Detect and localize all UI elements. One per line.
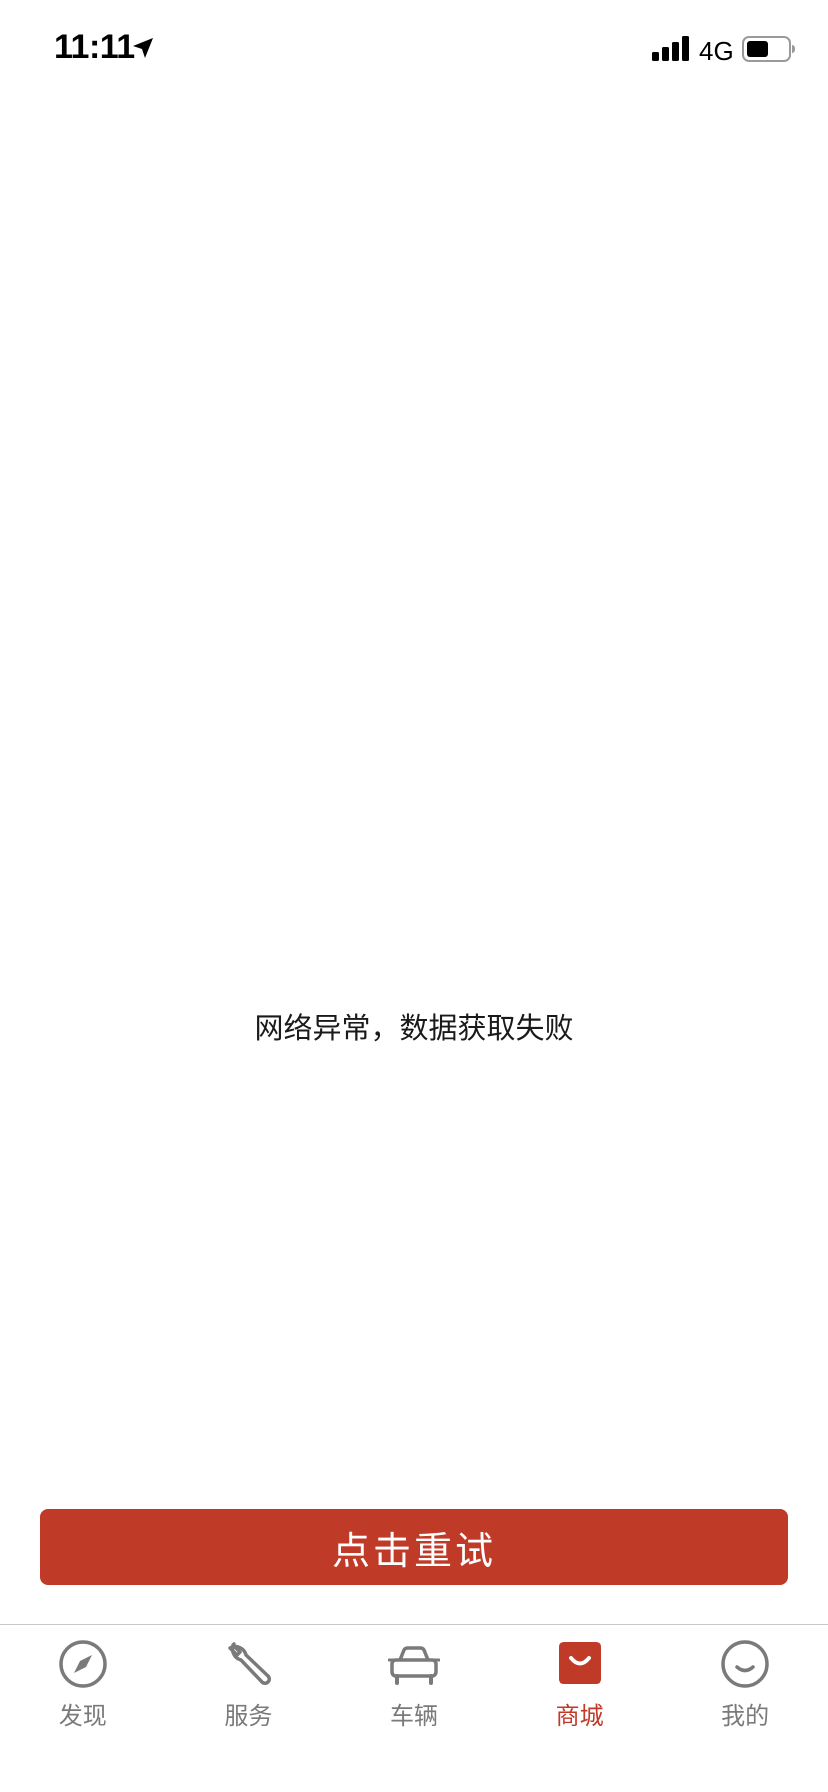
car-icon: [387, 1646, 440, 1685]
tab-label: 服务: [224, 1702, 273, 1730]
network-type-label: 4G: [699, 36, 734, 66]
battery-icon: [742, 36, 795, 62]
bottom-tab-bar: 发现 服务 车辆 商城 我的: [0, 1624, 828, 1792]
tab-label: 发现: [58, 1702, 107, 1730]
tab-label: 车辆: [389, 1702, 438, 1730]
tab-discover[interactable]: 发现: [0, 1625, 166, 1792]
location-arrow-icon: [133, 38, 153, 58]
tab-mine[interactable]: 我的: [662, 1625, 828, 1792]
tab-mall[interactable]: 商城: [497, 1625, 663, 1792]
cellular-signal-icon: [652, 36, 689, 61]
shopping-bag-icon: [558, 1642, 601, 1684]
app-screen: 11:11 4G 网络异常，数据获取失败 点击重试 发现 服务 车辆 商城 我的: [0, 0, 828, 1792]
tab-label: 商城: [555, 1702, 604, 1730]
retry-button[interactable]: 点击重试: [40, 1509, 788, 1585]
tab-vehicle[interactable]: 车辆: [331, 1625, 497, 1792]
tab-label: 我的: [721, 1702, 770, 1730]
status-bar: 11:11 4G: [0, 0, 828, 100]
error-message: 网络异常，数据获取失败: [254, 1011, 574, 1045]
compass-icon: [59, 1640, 107, 1688]
tab-service[interactable]: 服务: [166, 1625, 332, 1792]
wrench-icon: [228, 1642, 272, 1685]
smiley-face-icon: [721, 1640, 769, 1688]
status-time: 11:11: [54, 28, 135, 66]
